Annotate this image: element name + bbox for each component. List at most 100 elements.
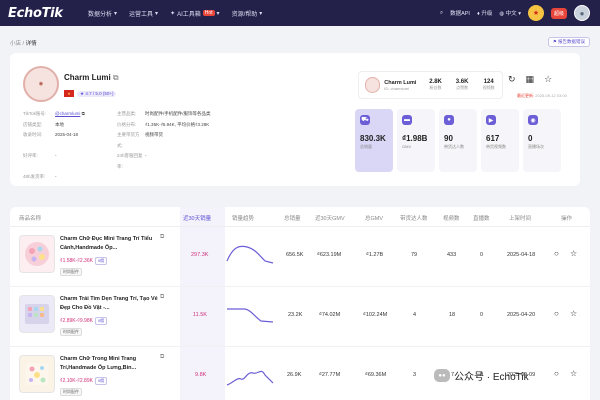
qr-code-icon[interactable]: ▦: [526, 74, 535, 85]
info-value: 视频带货: [145, 132, 163, 137]
language-select[interactable]: ◍ 中文 ▾: [499, 9, 521, 17]
star-outline-icon[interactable]: ☆: [570, 249, 577, 258]
user-avatar[interactable]: ●: [574, 5, 590, 21]
wechat-icon: ●●: [434, 369, 450, 382]
shop-name: Charm Lumi: [64, 73, 111, 82]
product-image[interactable]: [19, 235, 55, 273]
search-icon[interactable]: ○: [554, 309, 559, 318]
sales-30d: 297.3K: [191, 252, 209, 258]
category-tag: 时尚配件: [60, 268, 82, 276]
metric-gmv[interactable]: ▬ ₫1.98B GMV: [397, 109, 435, 172]
total-gmv: ₫102.24M: [363, 312, 388, 318]
report-error-button[interactable]: ⚑ 报告数据错误: [547, 37, 590, 47]
tiktok-account-link[interactable]: @charmlumi: [55, 111, 80, 116]
metric-value: 830.3K: [360, 134, 386, 143]
total-gmv: ₫69.36M: [365, 372, 387, 378]
account-stat: 2.8K 粉丝数: [422, 79, 449, 91]
table-row[interactable]: Charm Trái Tim Dẹn Trang Trí, Tạo Vẻ Đẹp…: [10, 287, 590, 347]
metric-videos[interactable]: ▶ 617 带货视频数: [481, 109, 519, 172]
metric-creators[interactable]: ● 90 带货达人数: [439, 109, 477, 172]
report-error-label: 报告数据错误: [558, 39, 585, 44]
col-total-gmv[interactable]: 总GMV: [365, 214, 383, 222]
product-thumbnail-icon: [26, 363, 48, 385]
account-name-block: Charm Lumi ID: charmlumi: [384, 80, 422, 91]
search-icon[interactable]: ○: [554, 249, 559, 258]
nav-item-resources[interactable]: 资源/帮助 ▾: [232, 9, 263, 18]
info-row: TikTok账号: @charmlumi ⧉ 主营品类: 时尚配件/手机配件/服饰等各…: [23, 109, 211, 120]
vip-badge[interactable]: 超级: [550, 7, 567, 19]
sales-trend-sparkline: [226, 370, 274, 386]
col-lives[interactable]: 直播数: [473, 214, 490, 222]
star-outline-icon[interactable]: ☆: [544, 74, 552, 85]
nav-item-ai-toolbox[interactable]: ✦ AI工具箱 Hot ▾: [170, 9, 220, 18]
vietnam-flag-icon: ★: [64, 90, 74, 97]
info-label: 主营品类:: [117, 111, 137, 116]
metric-cards: ⛟ 830.3K 总销量 ▬ ₫1.98B GMV ● 90 带货达人数 ▶ 617 带货视频数…: [355, 109, 561, 172]
product-thumbnail-icon: [25, 242, 49, 266]
search-icon[interactable]: ○: [554, 369, 559, 378]
copy-icon[interactable]: ⧉: [160, 294, 164, 301]
info-row: 店铺类型: 本地 价格分布: ₫1.35K-₫5.94K, 平均价格₫3.28K: [23, 120, 211, 131]
info-row: 好评率: -24h客服回复率: -: [23, 151, 211, 172]
product-title[interactable]: Charm Trái Tim Dẹn Trang Trí, Tạo Vẻ Đẹp…: [60, 295, 168, 313]
search-icon[interactable]: ⌕: [440, 10, 443, 17]
external-link-icon[interactable]: ⧉: [113, 73, 119, 82]
shop-logo: ◉: [23, 66, 59, 102]
refresh-icon[interactable]: ↻: [508, 74, 516, 85]
account-handle: ID: charmlumi: [384, 85, 409, 91]
videos-count: 18: [449, 312, 456, 318]
copy-icon[interactable]: ⧉: [160, 234, 164, 241]
flag-icon: ⚑: [552, 39, 557, 44]
product-title[interactable]: Charm Chữ Đục Mini Trang Trí Tiểu Cảnh,H…: [60, 235, 168, 253]
col-videos[interactable]: 视频数: [443, 214, 460, 222]
upgrade-button[interactable]: ♦ 升级: [477, 9, 492, 17]
star-outline-icon[interactable]: ☆: [570, 369, 577, 378]
stat-label: 粉丝数: [429, 85, 442, 90]
product-title[interactable]: Charm Chữ Trong Mini Trang Trí,Handmade …: [60, 355, 168, 373]
nav-item-data-analysis[interactable]: 数据分析 ▾: [88, 9, 117, 18]
breadcrumb-shop[interactable]: 小店: [10, 41, 21, 47]
money-icon: ▬: [402, 115, 412, 125]
metric-lives[interactable]: ◉ 0 直播场次: [523, 109, 561, 172]
rating-count: (50+): [102, 90, 114, 96]
total-sales: 26.9K: [287, 372, 302, 378]
col-total-sales[interactable]: 总销量: [284, 214, 301, 222]
copy-icon[interactable]: ⧉: [160, 354, 164, 361]
col-listed-date[interactable]: 上架时间: [509, 214, 531, 222]
nav-right: ⌕ 数据API ♦ 升级 ◍ 中文 ▾ ★ 超级 ●: [440, 5, 590, 21]
info-value: -: [55, 153, 57, 158]
upgrade-label: 升级: [481, 11, 493, 17]
echotik-logo[interactable]: EchoTik: [8, 6, 88, 21]
col-sales-trend: 销量趋势: [232, 216, 255, 222]
product-price: ₫1.58K-₫2.36K 0佣: [60, 257, 108, 265]
metric-total-sales[interactable]: ⛟ 830.3K 总销量: [355, 109, 393, 172]
data-api-link[interactable]: 数据API: [450, 9, 470, 17]
chevron-down-icon: ▾: [114, 10, 118, 17]
last-updated-label: 最近更新:: [517, 93, 535, 98]
sales-30d: 11.5K: [193, 312, 207, 318]
china-flag-icon[interactable]: ★: [527, 5, 544, 21]
nav-item-operation-tools[interactable]: 运营工具 ▾: [129, 9, 158, 18]
info-label: 价格分布:: [117, 121, 137, 127]
metric-label: 带货达人数: [444, 144, 464, 149]
product-image[interactable]: [19, 355, 55, 393]
account-stat: 124 视频数: [475, 79, 502, 91]
nav-menu: 数据分析 ▾ 运营工具 ▾ ✦ AI工具箱 Hot ▾ 资源/帮助 ▾: [88, 9, 262, 18]
chevron-down-icon: ▾: [216, 10, 220, 17]
product-image[interactable]: [19, 295, 55, 333]
star-outline-icon[interactable]: ☆: [570, 309, 577, 318]
table-row[interactable]: Charm Chữ Đục Mini Trang Trí Tiểu Cảnh,H…: [10, 227, 590, 287]
stat-label: 点赞数: [456, 85, 469, 90]
price-range: ₫2.89K-₫9.98K: [60, 318, 93, 324]
copy-icon[interactable]: ⧉: [82, 111, 85, 116]
col-creators[interactable]: 带货达人数: [400, 214, 428, 222]
metric-value: 90: [444, 134, 453, 143]
col-product-name: 商品名称: [19, 216, 42, 222]
col-sales-30d[interactable]: 近30天销量: [183, 214, 211, 222]
col-gmv-30d[interactable]: 近30天GMV: [315, 214, 345, 222]
linked-account-card[interactable]: Charm Lumi ID: charmlumi 2.8K 粉丝数 3.6K 点赞数 …: [358, 71, 503, 99]
metric-value: 617: [486, 134, 500, 143]
lives-count: 0: [480, 312, 484, 318]
shop-name-row: Charm Lumi ⧉: [64, 73, 119, 83]
stat-label: 视频数: [482, 85, 495, 90]
